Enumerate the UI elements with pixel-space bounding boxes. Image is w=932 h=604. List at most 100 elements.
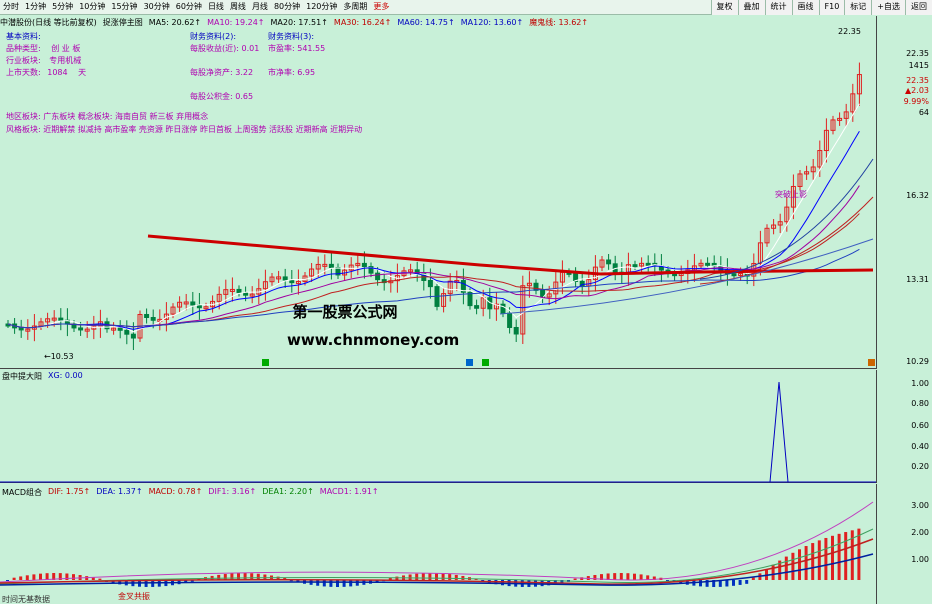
period-multi[interactable]: 多周期 bbox=[340, 0, 370, 14]
period-weekly[interactable]: 周线 bbox=[227, 0, 249, 14]
dea-value: DEA: 1.37↑ bbox=[96, 487, 143, 496]
draw-button[interactable]: 画线 bbox=[791, 0, 819, 15]
ma5-line bbox=[7, 103, 860, 333]
signal-axis-020: 0.20 bbox=[911, 462, 929, 471]
macd-bar bbox=[6, 580, 9, 581]
period-monthly[interactable]: 月线 bbox=[249, 0, 271, 14]
macd-bar bbox=[421, 573, 425, 580]
macd-bar bbox=[837, 533, 841, 580]
industry-label: 行业板块: bbox=[6, 56, 41, 65]
macd-bar bbox=[39, 573, 42, 580]
mark-button[interactable]: 标记 bbox=[844, 0, 872, 15]
period-1min[interactable]: 1分钟 bbox=[22, 0, 49, 14]
period-15min[interactable]: 15分钟 bbox=[108, 0, 140, 14]
main-indicator-bar: 中潜股份(日线 等比前复权) 捉涨停主图 MA5: 20.62↑ MA10: 1… bbox=[0, 16, 870, 28]
candle-body bbox=[705, 262, 711, 266]
adjust-button[interactable]: 复权 bbox=[710, 0, 738, 15]
macd-bar bbox=[804, 546, 808, 580]
dea1-value: DEA1: 2.20↑ bbox=[262, 487, 314, 496]
axis-label-turnover: 64 bbox=[918, 108, 929, 117]
macd-bar bbox=[322, 580, 326, 587]
macd-bar bbox=[798, 549, 801, 580]
fund-value: 每股公积金: 0.65 bbox=[190, 92, 254, 101]
stats-button[interactable]: 统计 bbox=[764, 0, 792, 15]
days-label: 上市天数: bbox=[6, 68, 41, 77]
add-watchlist-button[interactable]: +自选 bbox=[871, 0, 905, 15]
macd-bar bbox=[639, 574, 643, 580]
macd-bar bbox=[454, 574, 458, 580]
candle-body bbox=[130, 333, 136, 339]
ma20-value: MA20: 17.51↑ bbox=[270, 17, 328, 27]
macd-bar bbox=[395, 576, 399, 580]
watermark-url: www.chnmoney.com bbox=[287, 331, 460, 349]
bottom-status-text: 时间无基数据 bbox=[2, 595, 50, 604]
marker-icon bbox=[482, 359, 489, 366]
macd-bar bbox=[738, 580, 742, 585]
macd-bar bbox=[428, 573, 432, 580]
macd-bar bbox=[824, 537, 828, 580]
candle-body bbox=[124, 329, 130, 335]
macd-bar bbox=[725, 580, 729, 587]
fin2-title: 财务资料(2): bbox=[190, 32, 237, 41]
price-panel[interactable]: 基本资料: 品种类型: 创 业 板 行业板块: 专用机械 上市天数: 1084 … bbox=[0, 27, 876, 369]
candle-body bbox=[507, 312, 513, 328]
macd-value: MACD: 0.78↑ bbox=[148, 487, 203, 496]
golden-cross-label: 金叉共振 bbox=[118, 592, 150, 601]
candle-body bbox=[474, 305, 480, 309]
price-axis: 22.35 1415 22.35 ▲2.03 9.99% 64 16.32 13… bbox=[876, 16, 932, 369]
signal-axis-100: 1.00 bbox=[911, 379, 929, 388]
period-60min[interactable]: 60分钟 bbox=[173, 0, 205, 14]
macd-title[interactable]: MACD组合 bbox=[2, 487, 42, 498]
f10-button[interactable]: F10 bbox=[818, 0, 845, 15]
macd-bar bbox=[65, 573, 69, 580]
candle-body bbox=[375, 272, 381, 281]
axis-label-change: ▲2.03 bbox=[905, 86, 929, 95]
formula-name[interactable]: 捉涨停主图 bbox=[103, 17, 143, 28]
signal-axis-080: 0.80 bbox=[911, 399, 929, 408]
period-10min[interactable]: 10分钟 bbox=[76, 0, 108, 14]
fin2-info: 财务资料(2): 每股收益(近): 0.01 每股净资产: 3.22 每股公积金… bbox=[190, 31, 259, 103]
candle-body bbox=[190, 301, 196, 306]
stock-chart-window: 分时 1分钟 5分钟 10分钟 15分钟 30分钟 60分钟 日线 周线 月线 … bbox=[0, 0, 932, 604]
period-daily[interactable]: 日线 bbox=[205, 0, 227, 14]
signal-chart bbox=[0, 381, 876, 483]
back-button[interactable]: 返回 bbox=[905, 0, 932, 15]
signal-panel[interactable]: 盘中提大阳 XG: 0.00 bbox=[0, 370, 876, 483]
macd-title-bar: MACD组合 DIF: 1.75↑ DEA: 1.37↑ MACD: 0.78↑… bbox=[2, 487, 385, 498]
signal-axis-060: 0.60 bbox=[911, 421, 929, 430]
marker-icon bbox=[868, 359, 875, 366]
macd-panel[interactable]: MACD组合 DIF: 1.75↑ DEA: 1.37↑ MACD: 0.78↑… bbox=[0, 484, 876, 604]
overlay-button[interactable]: 叠加 bbox=[737, 0, 765, 15]
days-unit: 天 bbox=[78, 68, 87, 77]
macd-bar bbox=[329, 580, 333, 587]
more-periods-link[interactable]: 更多 bbox=[370, 0, 392, 14]
macd-bar bbox=[12, 577, 16, 580]
period-5min[interactable]: 5分钟 bbox=[49, 0, 76, 14]
period-120min[interactable]: 120分钟 bbox=[303, 0, 340, 14]
period-30min[interactable]: 30分钟 bbox=[141, 0, 173, 14]
macd-bar bbox=[349, 580, 353, 587]
axis-label-1331: 13.31 bbox=[906, 275, 929, 284]
candle-body bbox=[606, 259, 612, 265]
candle-body bbox=[18, 327, 24, 331]
macd1-value: MACD1: 1.91↑ bbox=[319, 487, 379, 496]
signal-title-bar: 盘中提大阳 XG: 0.00 bbox=[2, 371, 89, 382]
macd-bar bbox=[844, 532, 848, 580]
period-80min[interactable]: 80分钟 bbox=[271, 0, 303, 14]
marker-icon bbox=[466, 359, 473, 366]
candle-body bbox=[645, 262, 651, 266]
signal-title[interactable]: 盘中提大阳 bbox=[2, 371, 42, 382]
signal-axis-040: 0.40 bbox=[911, 442, 929, 451]
axis-label-percent: 9.99% bbox=[903, 97, 929, 106]
macd-axis-100: 1.00 bbox=[911, 555, 929, 564]
macd-bar bbox=[250, 573, 254, 580]
candle-body bbox=[427, 279, 433, 288]
ma120-value: MA120: 13.60↑ bbox=[460, 17, 524, 27]
macd-chart bbox=[0, 501, 874, 587]
period-intraday[interactable]: 分时 bbox=[0, 0, 22, 14]
macd-bar bbox=[336, 580, 339, 587]
macd-bar bbox=[699, 580, 702, 587]
high-price-label: 22.35 bbox=[838, 27, 861, 36]
candle-body bbox=[731, 273, 737, 277]
macd-bar bbox=[613, 573, 617, 580]
